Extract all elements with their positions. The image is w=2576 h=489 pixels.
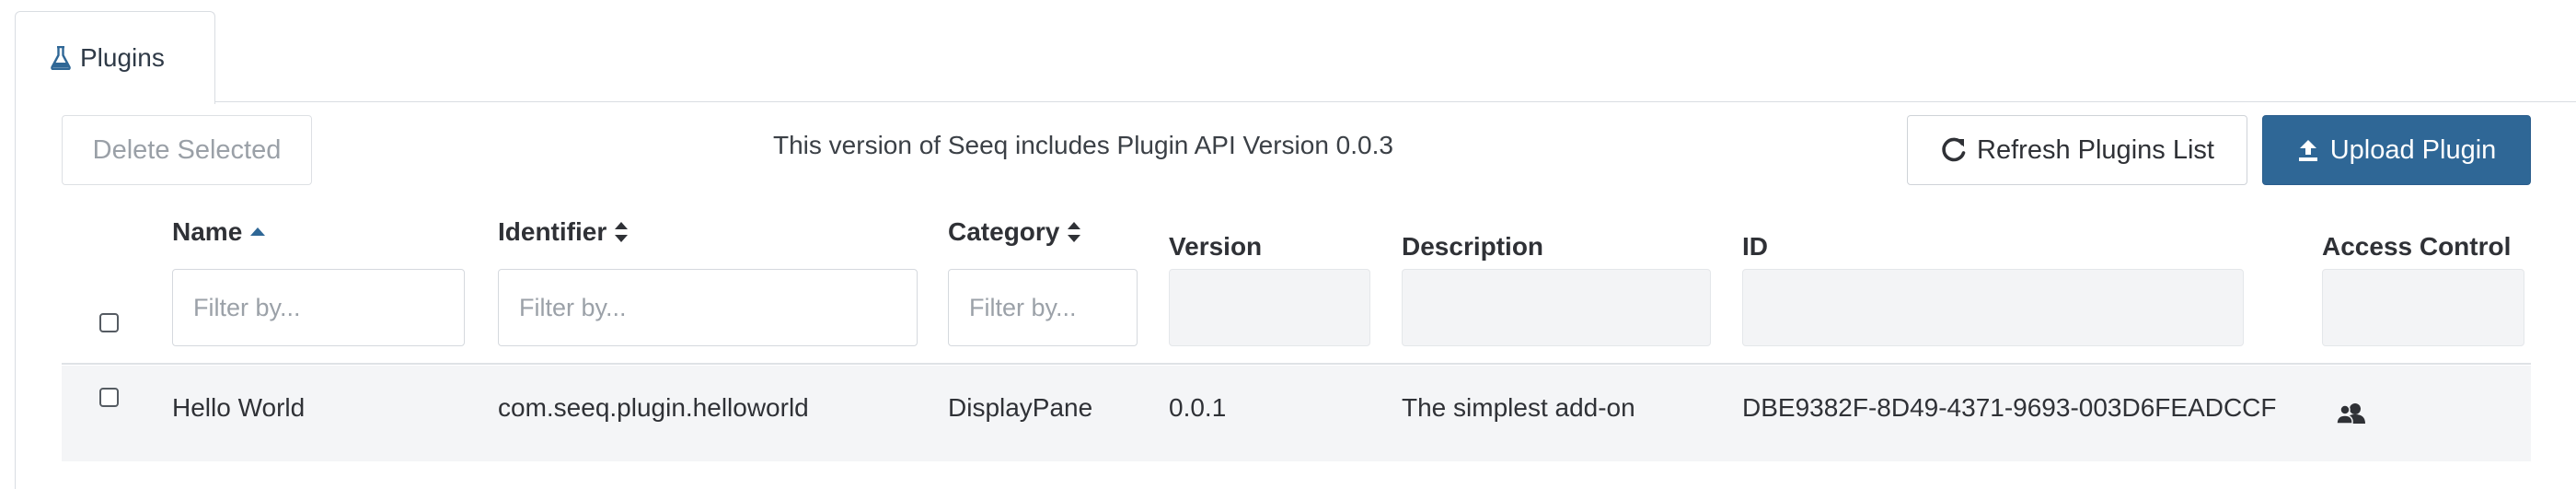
category-filter-input[interactable]: [948, 269, 1138, 346]
plugin-id-cell: DBE9382F-8D49-4371-9693-003D6FEADCCF: [1742, 393, 2277, 422]
column-header-identifier[interactable]: Identifier: [498, 217, 629, 247]
plugin-version-cell: 0.0.1: [1169, 393, 1227, 422]
select-all-checkbox[interactable]: [99, 313, 119, 332]
plugin-identifier-cell: com.seeq.plugin.helloworld: [498, 393, 809, 422]
column-header-version: Version: [1169, 232, 1262, 262]
users-icon[interactable]: [2336, 402, 2367, 425]
plugin-description-cell: The simplest add-on: [1402, 393, 1635, 422]
column-id-label: ID: [1742, 232, 1768, 261]
tab-label: Plugins: [80, 43, 165, 72]
row-select-checkbox[interactable]: [99, 388, 119, 407]
column-version-label: Version: [1169, 232, 1263, 261]
name-filter-input[interactable]: [172, 269, 465, 346]
sort-icon: [1067, 220, 1081, 244]
tab-strip: Plugins: [0, 0, 2576, 104]
column-header-name[interactable]: Name: [172, 217, 266, 247]
column-header-category[interactable]: Category: [948, 217, 1081, 247]
column-name-label: Name: [172, 217, 243, 246]
plugin-name-cell: Hello World: [172, 393, 306, 422]
description-filter-disabled: [1402, 269, 1711, 346]
identifier-filter-input[interactable]: [498, 269, 918, 346]
flask-icon: [51, 46, 71, 70]
version-filter-disabled: [1169, 269, 1370, 346]
upload-icon: [2297, 138, 2319, 162]
api-version-note: This version of Seeq includes Plugin API…: [773, 131, 1393, 159]
upload-plugin-button[interactable]: Upload Plugin: [2262, 115, 2531, 185]
column-header-id: ID: [1742, 232, 1768, 262]
plugins-page: Plugins Delete Selected This version of …: [0, 0, 2576, 489]
plugin-category-cell: DisplayPane: [948, 393, 1093, 422]
column-category-label: Category: [948, 217, 1060, 246]
delete-selected-button[interactable]: Delete Selected: [62, 115, 312, 185]
tab-plugins[interactable]: Plugins: [15, 11, 215, 104]
table-header-divider: [62, 363, 2531, 365]
id-filter-disabled: [1742, 269, 2244, 346]
column-header-access-control: Access Control: [2322, 232, 2511, 262]
sort-ascending-icon: [249, 227, 266, 238]
column-access-control-label: Access Control: [2322, 232, 2512, 261]
sort-icon: [614, 220, 629, 244]
delete-selected-label: Delete Selected: [92, 134, 282, 165]
column-header-description: Description: [1402, 232, 1543, 262]
access-control-filter-disabled: [2322, 269, 2524, 346]
refresh-plugins-button[interactable]: Refresh Plugins List: [1907, 115, 2247, 185]
refresh-plugins-label: Refresh Plugins List: [1977, 134, 2214, 165]
column-identifier-label: Identifier: [498, 217, 607, 246]
refresh-icon: [1940, 136, 1968, 164]
tab-divider: [215, 101, 2576, 102]
column-description-label: Description: [1402, 232, 1544, 261]
upload-plugin-label: Upload Plugin: [2329, 134, 2497, 165]
